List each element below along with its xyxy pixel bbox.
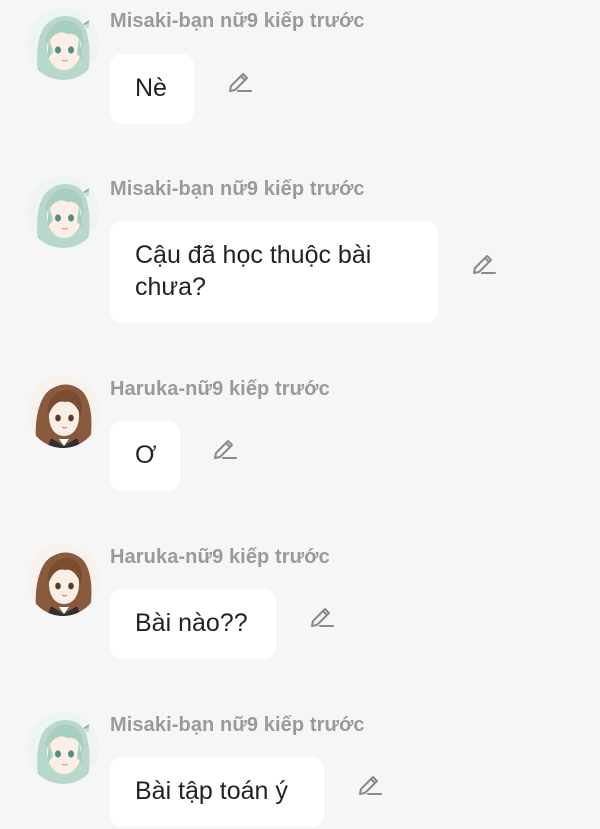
pencil-edit-icon[interactable] (355, 769, 385, 799)
misaki-avatar[interactable] (27, 712, 99, 784)
chat-thread: Misaki-bạn nữ9 kiếp trước Nè Misaki-bạn … (0, 0, 600, 829)
sender-name: Misaki-bạn nữ9 kiếp trước (110, 178, 365, 200)
sender-name: Haruka-nữ9 kiếp trước (110, 546, 330, 568)
sender-name: Haruka-nữ9 kiếp trước (110, 378, 330, 400)
message-bubble: Ơ (110, 421, 180, 491)
haruka-avatar[interactable] (27, 544, 99, 616)
sender-name: Misaki-bạn nữ9 kiếp trước (110, 10, 365, 32)
pencil-edit-icon[interactable] (225, 66, 255, 96)
message-bubble: Bài nào?? (110, 589, 276, 659)
pencil-edit-icon[interactable] (210, 433, 240, 463)
sender-name: Misaki-bạn nữ9 kiếp trước (110, 714, 365, 736)
pencil-edit-icon[interactable] (469, 248, 499, 278)
message-bubble: Nè (110, 54, 194, 124)
misaki-avatar[interactable] (27, 8, 99, 80)
message-bubble: Bài tập toán ý (110, 757, 324, 827)
pencil-edit-icon[interactable] (307, 601, 337, 631)
misaki-avatar[interactable] (27, 176, 99, 248)
haruka-avatar[interactable] (27, 376, 99, 448)
message-bubble: Cậu đã học thuộc bài chưa? (110, 221, 438, 323)
